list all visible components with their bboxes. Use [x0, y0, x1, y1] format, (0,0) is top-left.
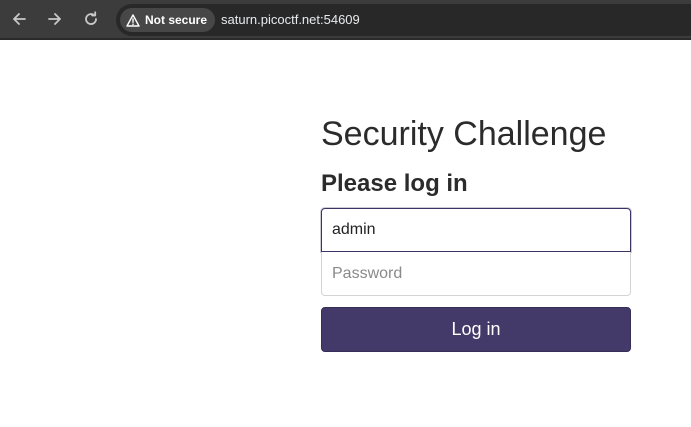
password-field[interactable] [321, 252, 631, 296]
back-button[interactable] [6, 6, 32, 32]
warning-triangle-icon [126, 13, 140, 27]
security-label: Not secure [145, 13, 208, 27]
security-indicator[interactable]: Not secure [120, 8, 216, 32]
reload-icon [83, 11, 99, 27]
login-subtitle: Please log in [321, 170, 468, 197]
browser-toolbar: Not secure saturn.picoctf.net:54609 [0, 0, 691, 40]
address-bar[interactable]: Not secure saturn.picoctf.net:54609 [116, 4, 691, 36]
page-content: Security Challenge Please log in Log in [0, 42, 691, 427]
url-text[interactable]: saturn.picoctf.net:54609 [221, 12, 360, 27]
page-title: Security Challenge [321, 115, 607, 153]
login-form: Security Challenge Please log in Log in [321, 114, 631, 352]
login-button[interactable]: Log in [321, 307, 631, 352]
reload-button[interactable] [78, 6, 104, 32]
arrow-right-icon [47, 11, 63, 27]
forward-button[interactable] [42, 6, 68, 32]
arrow-left-icon [11, 11, 27, 27]
username-field[interactable] [321, 208, 631, 252]
